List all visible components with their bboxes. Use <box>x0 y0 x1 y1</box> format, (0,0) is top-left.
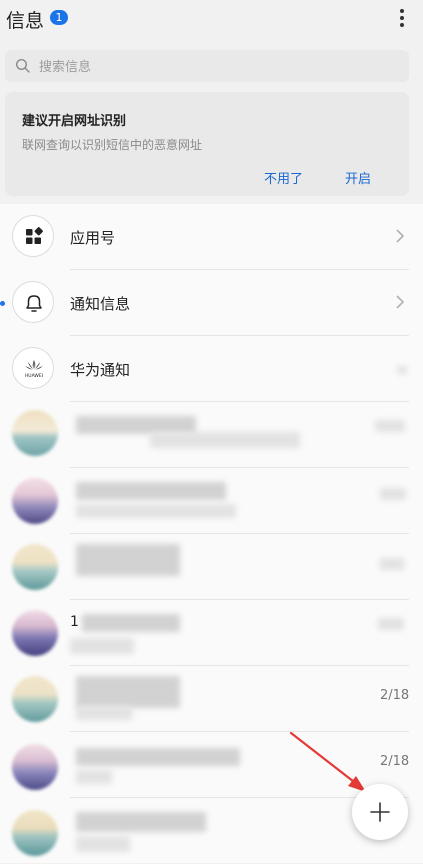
card-description: 联网查询以识别短信中的恶意网址 <box>22 138 203 152</box>
list-item-notifications[interactable]: 通知信息 <box>0 270 423 336</box>
unread-dot <box>0 301 5 306</box>
url-recognition-card: 建议开启网址识别 联网查询以识别短信中的恶意网址 不用了 开启 <box>5 92 409 196</box>
avatar <box>12 676 58 722</box>
search-bar[interactable] <box>5 50 409 82</box>
row-label: 通知信息 <box>70 295 131 313</box>
more-vertical-icon[interactable] <box>394 6 410 30</box>
unread-count-badge: 1 <box>50 10 68 25</box>
avatar <box>12 744 58 790</box>
chevron-right-icon <box>396 295 405 309</box>
bell-icon <box>12 281 54 323</box>
conversation-date: 2/18 <box>380 688 410 703</box>
huawei-logo-icon: HUAWEI <box>12 347 54 389</box>
search-icon <box>15 58 30 73</box>
chevron-right-icon <box>396 229 405 243</box>
page-title: 信息 <box>6 10 45 32</box>
enable-button[interactable]: 开启 <box>345 168 371 187</box>
list-item[interactable]: 1 <box>0 600 423 666</box>
avatar <box>12 544 58 590</box>
card-title: 建议开启网址识别 <box>22 114 127 129</box>
row-label: 应用号 <box>70 229 116 247</box>
list-item-apps[interactable]: 应用号 <box>0 204 423 270</box>
row-label: 华为通知 <box>70 361 131 379</box>
grid-apps-icon <box>12 215 54 257</box>
conversation-date: 2/18 <box>380 754 410 769</box>
plus-icon <box>370 802 390 822</box>
dismiss-button[interactable]: 不用了 <box>264 168 303 187</box>
list-item[interactable]: 2/18 <box>0 666 423 732</box>
avatar <box>12 478 58 524</box>
list-item[interactable] <box>0 402 423 468</box>
list-item[interactable] <box>0 534 423 600</box>
app-header: 信息 1 <box>0 0 423 40</box>
list-item-huawei-notice[interactable]: HUAWEI 华为通知 <box>0 336 423 402</box>
list-item[interactable] <box>0 468 423 534</box>
conversation-name-prefix: 1 <box>70 614 79 630</box>
avatar <box>12 810 58 856</box>
avatar <box>12 610 58 656</box>
logo-text: HUAWEI <box>25 373 43 379</box>
search-input[interactable] <box>37 56 391 78</box>
new-message-button[interactable] <box>352 784 408 840</box>
avatar <box>12 410 58 456</box>
